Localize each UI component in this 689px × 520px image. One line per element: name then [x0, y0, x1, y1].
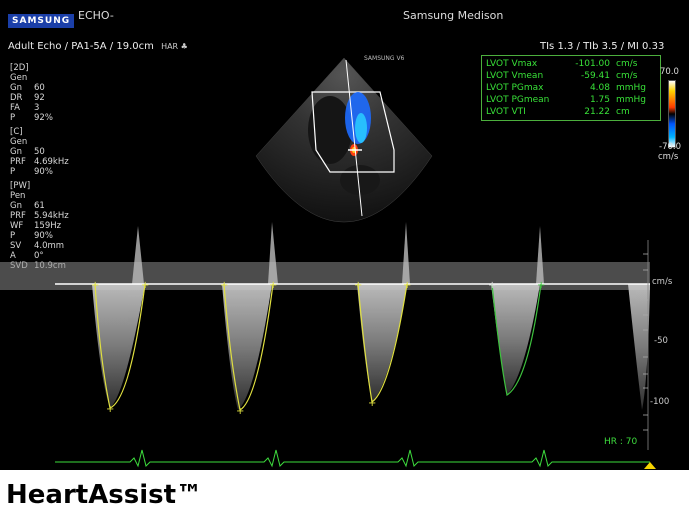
doppler-unit: cm/s [652, 277, 673, 287]
spectral-envelopes [92, 284, 650, 410]
svg-text:+: + [403, 280, 411, 291]
ultrasound-screen: SAMSUNG ECHO- Samsung Medison Adult Echo… [0, 0, 689, 470]
svg-text:+: + [220, 280, 228, 291]
doppler-tick-minus50: -50 [654, 336, 668, 346]
svg-text:+: + [106, 404, 114, 415]
trace-markers: + + + + + + + + + + + [91, 280, 545, 417]
time-marker-icon [644, 462, 656, 469]
svg-text:+: + [488, 280, 496, 291]
svg-text:+: + [91, 280, 99, 291]
svg-text:+: + [141, 280, 149, 291]
doppler-tick-minus100: -100 [650, 397, 670, 407]
svg-text:+: + [537, 280, 545, 291]
doppler-spectrum: + + + + + + + + + + + [0, 222, 656, 469]
ecg-trace [55, 449, 650, 468]
svg-text:+: + [368, 398, 376, 409]
svg-text:+: + [236, 406, 244, 417]
svg-text:+: + [269, 280, 277, 291]
product-title: HeartAssist™ [6, 480, 203, 510]
vti-traces [94, 283, 542, 411]
svg-text:+: + [354, 280, 362, 291]
heart-rate-readout: HR : 70 [604, 437, 638, 447]
